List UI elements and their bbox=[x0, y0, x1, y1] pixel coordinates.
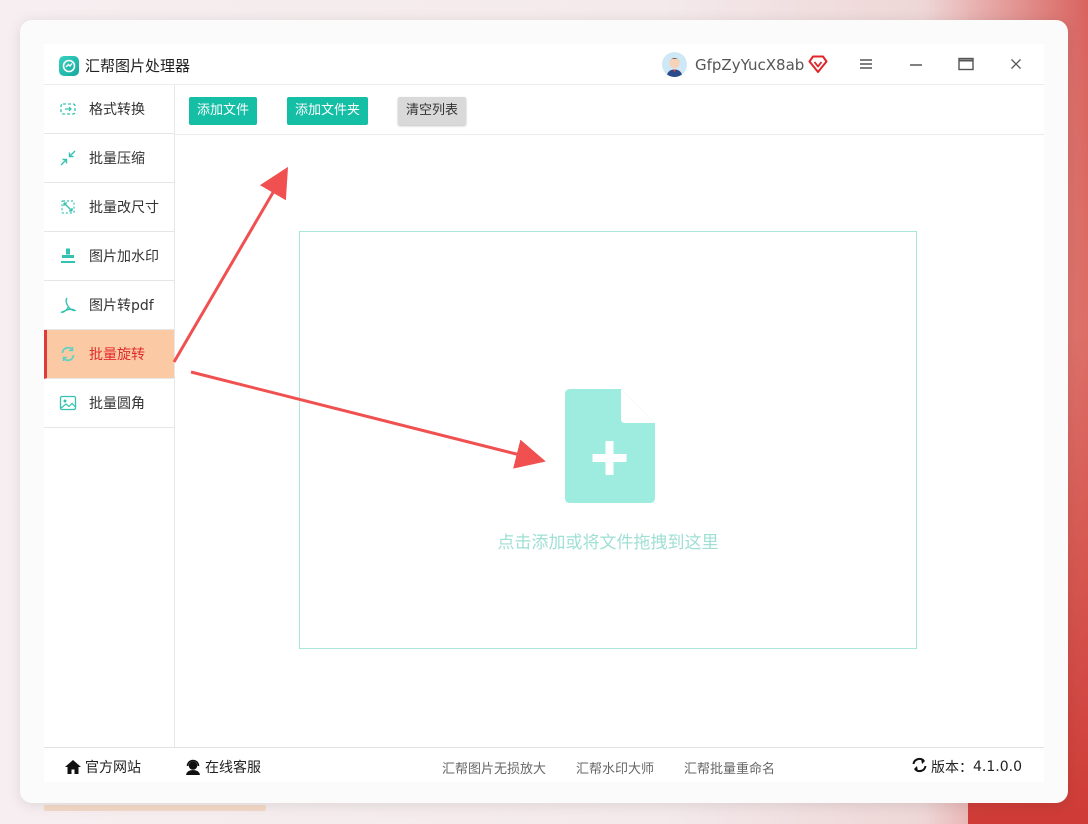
product-link-watermark[interactable]: 汇帮水印大师 bbox=[576, 758, 654, 777]
sidebar-item-rounded-corner[interactable]: 批量圆角 bbox=[44, 379, 174, 428]
sidebar-item-compress[interactable]: 批量压缩 bbox=[44, 134, 174, 183]
drop-hint-text: 点击添加或将文件拖拽到这里 bbox=[497, 533, 719, 553]
pdf-icon bbox=[59, 296, 77, 314]
sidebar-item-label: 批量旋转 bbox=[89, 347, 145, 363]
product-link-upscale[interactable]: 汇帮图片无损放大 bbox=[442, 758, 546, 777]
sidebar-item-label: 批量压缩 bbox=[89, 151, 145, 167]
official-site-link[interactable]: 官方网站 bbox=[64, 757, 141, 777]
sidebar-item-label: 批量圆角 bbox=[89, 396, 145, 412]
background-taskbar-strip bbox=[44, 805, 266, 811]
add-file-icon[interactable] bbox=[565, 389, 655, 503]
close-icon[interactable] bbox=[1004, 53, 1028, 75]
sidebar-item-label: 图片加水印 bbox=[89, 249, 159, 265]
version-info[interactable]: 版本： 4.1.0.0 bbox=[911, 757, 1022, 777]
version-value: 4.1.0.0 bbox=[973, 759, 1022, 775]
sidebar-item-format-convert[interactable]: 格式转换 bbox=[44, 85, 174, 134]
app-surface: 汇帮图片处理器 GfpZyYucX8ab 格式转换 批量压缩 批量改尺寸 图片加… bbox=[44, 44, 1044, 782]
online-service-link[interactable]: 在线客服 bbox=[184, 757, 261, 777]
maximize-icon[interactable] bbox=[954, 53, 978, 75]
title-bar: 汇帮图片处理器 GfpZyYucX8ab bbox=[44, 44, 1044, 85]
compress-icon bbox=[59, 149, 77, 167]
username[interactable]: GfpZyYucX8ab bbox=[695, 56, 804, 74]
sidebar-item-rotate[interactable]: 批量旋转 bbox=[44, 330, 174, 379]
add-folder-button[interactable]: 添加文件夹 bbox=[287, 97, 369, 125]
sidebar-item-label: 图片转pdf bbox=[89, 298, 154, 314]
sidebar-item-resize[interactable]: 批量改尺寸 bbox=[44, 183, 174, 232]
sidebar-item-label: 格式转换 bbox=[89, 102, 145, 118]
sidebar-item-label: 批量改尺寸 bbox=[89, 200, 159, 216]
online-service-label: 在线客服 bbox=[205, 760, 261, 776]
minimize-icon[interactable] bbox=[904, 53, 928, 75]
app-title: 汇帮图片处理器 bbox=[85, 57, 191, 75]
customer-service-icon bbox=[184, 759, 202, 775]
app-logo-icon bbox=[59, 56, 79, 76]
refresh-icon bbox=[911, 757, 928, 777]
toolbar: 添加文件 添加文件夹 清空列表 bbox=[175, 85, 1044, 135]
add-file-button[interactable]: 添加文件 bbox=[189, 97, 258, 125]
sidebar-item-pdf[interactable]: 图片转pdf bbox=[44, 281, 174, 330]
resize-icon bbox=[59, 198, 77, 216]
file-drop-zone[interactable]: 点击添加或将文件拖拽到这里 bbox=[299, 231, 917, 649]
watermark-icon bbox=[59, 247, 77, 265]
hamburger-menu-icon[interactable] bbox=[854, 53, 878, 75]
rotate-icon bbox=[59, 345, 77, 363]
format-convert-icon bbox=[59, 100, 77, 118]
home-icon bbox=[64, 759, 82, 775]
version-label: 版本： bbox=[931, 760, 974, 776]
clear-list-button[interactable]: 清空列表 bbox=[398, 97, 467, 125]
official-site-label: 官方网站 bbox=[85, 760, 141, 776]
user-avatar[interactable] bbox=[662, 52, 687, 77]
footer-bar: 官方网站 在线客服 汇帮图片无损放大 汇帮水印大师 汇帮批量重命名 版本： 4.… bbox=[44, 747, 1044, 782]
vip-diamond-icon[interactable] bbox=[808, 55, 828, 73]
app-window: 汇帮图片处理器 GfpZyYucX8ab 格式转换 批量压缩 批量改尺寸 图片加… bbox=[20, 20, 1068, 803]
rounded-corner-icon bbox=[59, 394, 77, 412]
sidebar-item-watermark[interactable]: 图片加水印 bbox=[44, 232, 174, 281]
product-link-rename[interactable]: 汇帮批量重命名 bbox=[684, 758, 775, 777]
sidebar: 格式转换 批量压缩 批量改尺寸 图片加水印 图片转pdf 批量旋转 批量圆角 bbox=[44, 85, 175, 747]
